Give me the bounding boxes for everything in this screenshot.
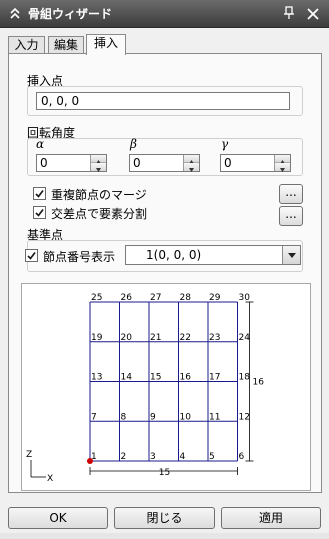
node-label: 23 bbox=[209, 333, 220, 343]
node-label: 12 bbox=[239, 412, 250, 422]
width-dimension-label: 15 bbox=[159, 468, 170, 478]
base-point-select[interactable]: 1(0, 0, 0) bbox=[125, 245, 301, 265]
window-title: 骨組ウィザード bbox=[28, 7, 113, 21]
node-label: 17 bbox=[209, 373, 220, 383]
gamma-spinner[interactable]: 0 bbox=[220, 154, 291, 172]
alpha-label: α bbox=[36, 137, 45, 151]
alpha-down-button[interactable] bbox=[91, 163, 106, 172]
tab-insert[interactable]: 挿入 bbox=[86, 34, 126, 55]
alpha-spin-buttons[interactable] bbox=[90, 155, 106, 172]
insert-point-input[interactable]: 0, 0, 0 bbox=[36, 92, 290, 110]
node-label: 3 bbox=[150, 452, 156, 462]
status-strip bbox=[0, 533, 329, 539]
node-label: 22 bbox=[180, 333, 191, 343]
beta-up-button[interactable] bbox=[184, 155, 199, 164]
alpha-value[interactable]: 0 bbox=[40, 156, 48, 170]
node-label: 13 bbox=[91, 373, 102, 383]
split-at-intersections-checkbox[interactable]: 交差点で要素分割 bbox=[33, 205, 243, 221]
node-label: 6 bbox=[239, 452, 245, 462]
node-label: 11 bbox=[209, 412, 220, 422]
beta-spin-buttons[interactable] bbox=[183, 155, 199, 172]
beta-spinner[interactable]: 0 bbox=[129, 154, 200, 172]
alpha-up-button[interactable] bbox=[91, 155, 106, 164]
node-label: 30 bbox=[239, 293, 251, 303]
node-label: 18 bbox=[239, 373, 251, 383]
apply-button[interactable]: 適用 bbox=[221, 507, 321, 529]
gamma-label: γ bbox=[221, 137, 229, 151]
base-node-marker bbox=[87, 458, 93, 464]
node-label: 4 bbox=[180, 452, 186, 462]
node-label: 25 bbox=[91, 293, 102, 303]
gamma-value[interactable]: 0 bbox=[224, 156, 232, 170]
checkmark-icon bbox=[27, 251, 36, 260]
close-button[interactable]: 閉じる bbox=[114, 507, 215, 529]
node-label: 16 bbox=[180, 373, 192, 383]
node-label: 28 bbox=[180, 293, 192, 303]
tab-input[interactable]: 入力 bbox=[8, 36, 45, 54]
gamma-down-button[interactable] bbox=[275, 163, 290, 172]
node-label: 21 bbox=[150, 333, 161, 343]
node-label: 24 bbox=[239, 333, 251, 343]
node-label: 26 bbox=[121, 293, 133, 303]
gamma-up-button[interactable] bbox=[275, 155, 290, 164]
node-label: 5 bbox=[209, 452, 215, 462]
chevron-down-icon bbox=[288, 253, 296, 258]
insert-panel: 挿入点 0, 0, 0 回転角度 α 0 β 0 γ 0 重複節点のマージ ..… bbox=[8, 53, 322, 493]
pin-icon[interactable] bbox=[282, 5, 298, 21]
node-label: 20 bbox=[121, 333, 133, 343]
alpha-spinner[interactable]: 0 bbox=[36, 154, 107, 172]
caret-down-icon bbox=[280, 168, 285, 172]
caret-down-icon bbox=[96, 168, 101, 172]
caret-down-icon bbox=[189, 168, 194, 172]
checkbox-box[interactable] bbox=[25, 249, 38, 262]
merge-settings-button[interactable]: ... bbox=[279, 184, 303, 204]
node-label: 29 bbox=[209, 293, 221, 303]
node-label: 2 bbox=[121, 452, 127, 462]
node-label: 7 bbox=[91, 412, 97, 422]
dropdown-button[interactable] bbox=[282, 246, 300, 264]
close-icon[interactable] bbox=[305, 6, 321, 22]
node-label: 27 bbox=[150, 293, 161, 303]
frame-preview: 25 26 27 28 29 30 19 20 21 22 23 24 13 14 15 16 17 18 7 8 9 1… bbox=[21, 283, 311, 491]
checkmark-icon bbox=[35, 208, 44, 217]
merge-duplicate-nodes-label[interactable]: 重複節点のマージ bbox=[51, 186, 147, 203]
split-settings-button[interactable]: ... bbox=[279, 206, 303, 226]
merge-duplicate-nodes-checkbox[interactable]: 重複節点のマージ bbox=[33, 186, 243, 202]
split-at-intersections-label[interactable]: 交差点で要素分割 bbox=[51, 205, 147, 222]
base-point-selected[interactable]: 1(0, 0, 0) bbox=[146, 248, 201, 262]
node-label: 9 bbox=[150, 412, 156, 422]
chevron-double-up-icon[interactable] bbox=[8, 6, 22, 22]
show-node-numbers-label[interactable]: 節点番号表示 bbox=[43, 248, 115, 265]
z-axis-label: Z bbox=[26, 450, 32, 460]
height-dimension-label: 16 bbox=[253, 378, 265, 388]
title-bar: 骨組ウィザード bbox=[0, 0, 329, 28]
beta-down-button[interactable] bbox=[184, 163, 199, 172]
node-label: 10 bbox=[180, 412, 192, 422]
tab-edit[interactable]: 編集 bbox=[48, 36, 84, 54]
node-label: 15 bbox=[150, 373, 161, 383]
frame-preview-canvas: 25 26 27 28 29 3019 20 21 22 23 2413 14 15 16 17 187 8 9 1… bbox=[26, 293, 265, 484]
x-axis-label: X bbox=[47, 474, 53, 484]
checkmark-icon bbox=[35, 189, 44, 198]
checkbox-box[interactable] bbox=[33, 206, 46, 219]
beta-value[interactable]: 0 bbox=[133, 156, 141, 170]
node-label: 19 bbox=[91, 333, 103, 343]
show-node-numbers-checkbox[interactable]: 節点番号表示 bbox=[25, 248, 125, 264]
beta-label: β bbox=[130, 137, 137, 151]
node-label: 14 bbox=[121, 373, 133, 383]
ok-button[interactable]: OK bbox=[8, 507, 108, 529]
node-label: 8 bbox=[121, 412, 127, 422]
gamma-spin-buttons[interactable] bbox=[274, 155, 290, 172]
checkbox-box[interactable] bbox=[33, 187, 46, 200]
